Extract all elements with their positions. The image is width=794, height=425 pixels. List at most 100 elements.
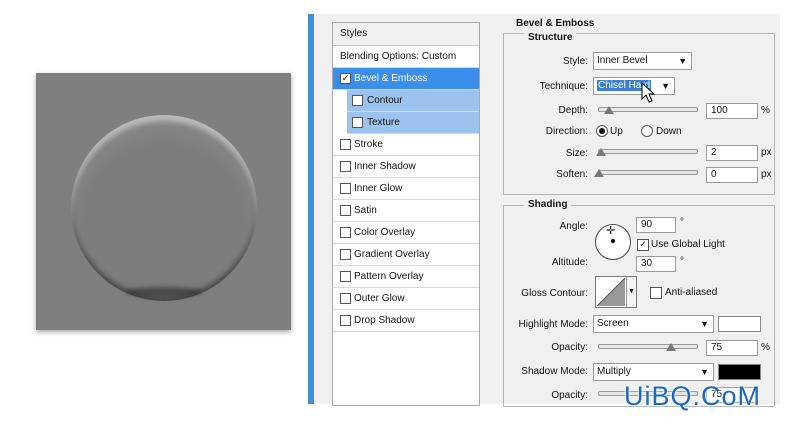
- crosshair-icon: ✛: [606, 225, 616, 237]
- altitude-input[interactable]: 30: [636, 256, 676, 272]
- use-global-light-label: Use Global Light: [651, 239, 725, 250]
- style-item-label: Inner Shadow: [354, 161, 416, 172]
- color-overlay-checkbox[interactable]: [340, 227, 351, 238]
- shadow-mode-label: Shadow Mode:: [521, 366, 588, 377]
- style-item-satin[interactable]: Satin: [333, 200, 479, 222]
- soften-slider-thumb[interactable]: [594, 169, 604, 177]
- styles-header[interactable]: Styles: [333, 23, 479, 46]
- soften-input[interactable]: 0: [706, 167, 758, 183]
- style-item-label: Outer Glow: [354, 293, 405, 304]
- bevel-emboss-checkbox[interactable]: ✓: [340, 73, 351, 84]
- styles-list: Styles Blending Options: Custom ✓ Bevel …: [332, 22, 480, 406]
- highlight-opacity-label: Opacity:: [551, 342, 588, 353]
- technique-label: Technique:: [539, 81, 588, 92]
- contour-linear-icon: [596, 277, 626, 307]
- highlight-opacity-unit: %: [761, 342, 770, 353]
- highlight-color-swatch[interactable]: [718, 316, 761, 332]
- circle-shadow: [126, 287, 202, 297]
- chevron-down-icon: ▼: [678, 56, 687, 66]
- direction-label: Direction:: [545, 126, 588, 137]
- style-item-outer-glow[interactable]: Outer Glow: [333, 288, 479, 310]
- gradient-overlay-checkbox[interactable]: [340, 249, 351, 260]
- depth-input[interactable]: 100: [706, 103, 758, 119]
- style-item-stroke[interactable]: Stroke: [333, 134, 479, 156]
- soften-label: Soften:: [556, 169, 588, 180]
- highlight-mode-label: Highlight Mode:: [518, 319, 588, 330]
- style-item-texture[interactable]: Texture: [347, 112, 479, 134]
- highlight-opacity-slider-thumb[interactable]: [666, 343, 676, 351]
- gloss-contour-picker[interactable]: ▼: [595, 276, 637, 308]
- stroke-checkbox[interactable]: [340, 139, 351, 150]
- style-item-drop-shadow[interactable]: Drop Shadow: [333, 310, 479, 332]
- depth-unit: %: [761, 105, 770, 116]
- anti-aliased-checkbox[interactable]: [650, 287, 662, 299]
- depth-slider-thumb[interactable]: [604, 106, 614, 114]
- style-item-label: Color Overlay: [354, 227, 416, 238]
- soften-unit: px: [761, 169, 772, 180]
- style-item-label: Pattern Overlay: [354, 271, 424, 282]
- shadow-mode-value: Multiply: [597, 366, 631, 377]
- size-unit: px: [761, 147, 772, 158]
- angle-input[interactable]: 90: [636, 217, 676, 233]
- mouse-cursor-icon: [641, 82, 655, 103]
- style-item-label: Contour: [367, 95, 403, 106]
- style-item-label: Bevel & Emboss: [354, 73, 428, 84]
- canvas-preview: [36, 73, 291, 330]
- style-item-color-overlay[interactable]: Color Overlay: [333, 222, 479, 244]
- technique-select[interactable]: Chisel Hard ▼: [593, 77, 675, 95]
- style-item-inner-shadow[interactable]: Inner Shadow: [333, 156, 479, 178]
- shadow-opacity-label: Opacity:: [551, 390, 588, 401]
- size-input[interactable]: 2: [706, 145, 758, 161]
- angle-center-dot: [611, 239, 615, 243]
- shading-title: Shading: [524, 199, 572, 210]
- satin-checkbox[interactable]: [340, 205, 351, 216]
- chevron-down-icon: ▼: [700, 319, 709, 329]
- style-item-label: Gradient Overlay: [354, 249, 430, 260]
- shadow-mode-select[interactable]: Multiply ▼: [593, 363, 714, 381]
- angle-degree: °: [680, 217, 684, 228]
- style-item-bevel-emboss[interactable]: ✓ Bevel & Emboss: [333, 68, 479, 90]
- style-item-label: Inner Glow: [354, 183, 403, 194]
- highlight-mode-value: Screen: [597, 318, 629, 329]
- blending-options-item[interactable]: Blending Options: Custom: [333, 46, 479, 68]
- style-item-gradient-overlay[interactable]: Gradient Overlay: [333, 244, 479, 266]
- highlight-opacity-slider[interactable]: [598, 344, 698, 349]
- angle-dial[interactable]: ✛: [595, 224, 631, 260]
- direction-down-radio[interactable]: [641, 125, 653, 137]
- chevron-down-icon: ▼: [661, 81, 670, 91]
- direction-down-label: Down: [656, 126, 682, 137]
- style-item-contour[interactable]: Contour: [347, 90, 479, 112]
- embossed-circle: [71, 115, 257, 301]
- contour-checkbox[interactable]: [352, 95, 363, 106]
- bevel-style-value: Inner Bevel: [597, 55, 648, 66]
- outer-glow-checkbox[interactable]: [340, 293, 351, 304]
- structure-title: Structure: [524, 32, 577, 43]
- chevron-down-icon: ▼: [700, 367, 709, 377]
- inner-glow-checkbox[interactable]: [340, 183, 351, 194]
- style-item-pattern-overlay[interactable]: Pattern Overlay: [333, 266, 479, 288]
- drop-shadow-checkbox[interactable]: [340, 315, 351, 326]
- highlight-opacity-input[interactable]: 75: [706, 340, 758, 356]
- altitude-degree: °: [680, 256, 684, 267]
- direction-up-radio[interactable]: [596, 125, 608, 137]
- pattern-overlay-checkbox[interactable]: [340, 271, 351, 282]
- texture-checkbox[interactable]: [352, 117, 363, 128]
- style-item-inner-glow[interactable]: Inner Glow: [333, 178, 479, 200]
- gloss-contour-label: Gloss Contour:: [521, 288, 588, 299]
- style-item-label: Texture: [367, 117, 400, 128]
- highlight-mode-select[interactable]: Screen ▼: [593, 315, 714, 333]
- shadow-color-swatch[interactable]: [718, 364, 761, 380]
- bevel-style-select[interactable]: Inner Bevel ▼: [593, 52, 692, 70]
- style-item-label: Satin: [354, 205, 377, 216]
- use-global-light-checkbox[interactable]: ✓: [637, 239, 649, 251]
- chevron-down-icon: ▼: [626, 277, 636, 307]
- style-label: Style:: [562, 56, 588, 67]
- size-slider-thumb[interactable]: [596, 148, 606, 156]
- size-slider[interactable]: [598, 149, 698, 154]
- inner-shadow-checkbox[interactable]: [340, 161, 351, 172]
- style-item-label: Stroke: [354, 139, 383, 150]
- style-item-label: Drop Shadow: [354, 315, 415, 326]
- soften-slider[interactable]: [598, 170, 698, 175]
- layer-style-dialog: Styles Blending Options: Custom ✓ Bevel …: [308, 14, 780, 407]
- watermark: UiBQ.CoM: [624, 381, 762, 411]
